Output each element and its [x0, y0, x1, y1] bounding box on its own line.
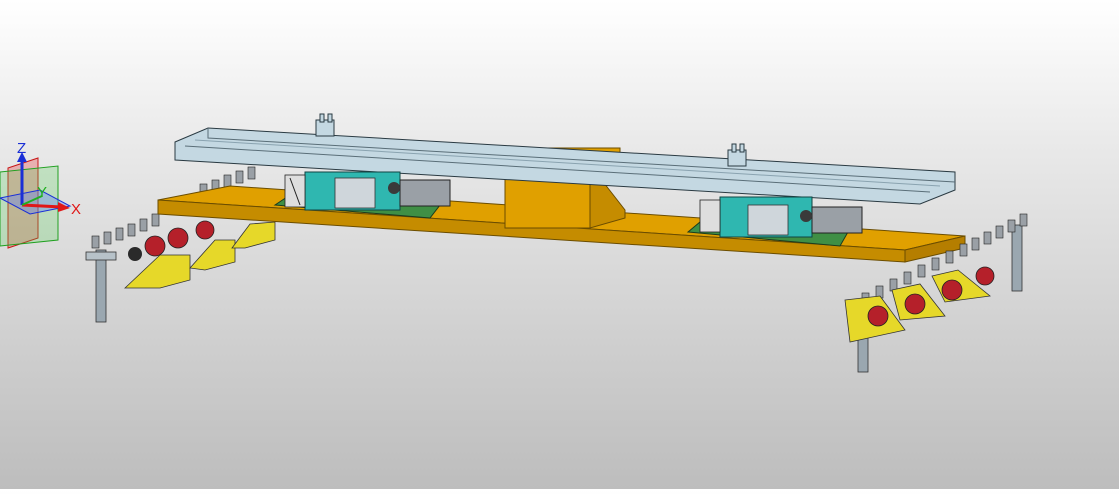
- right-wheel-1: [867, 305, 889, 327]
- left-bracket-3: [231, 221, 276, 249]
- right-wheel-2: [904, 293, 926, 315]
- left-wheel-2: [167, 227, 189, 249]
- left-post: [95, 249, 107, 323]
- x-axis-label: X: [71, 201, 81, 218]
- x-axis-icon: [21, 203, 63, 209]
- right-wheel-3: [941, 279, 963, 301]
- right-wheel-4: [975, 266, 995, 286]
- z-axis-label: Z: [17, 140, 26, 157]
- stepper-2: [811, 206, 863, 234]
- stepper-1: [399, 179, 451, 207]
- left-bracket-2: [189, 239, 236, 271]
- left-wheel-1: [144, 235, 166, 257]
- right-post-back: [1011, 224, 1023, 292]
- axis-triad-icon[interactable]: Z X Y: [0, 140, 81, 249]
- y-axis-label: Y: [37, 184, 47, 201]
- model-canvas[interactable]: Z X Y: [0, 0, 1119, 489]
- cad-3d-viewport[interactable]: Z X Y: [0, 0, 1119, 489]
- left-wheel-3: [195, 220, 215, 240]
